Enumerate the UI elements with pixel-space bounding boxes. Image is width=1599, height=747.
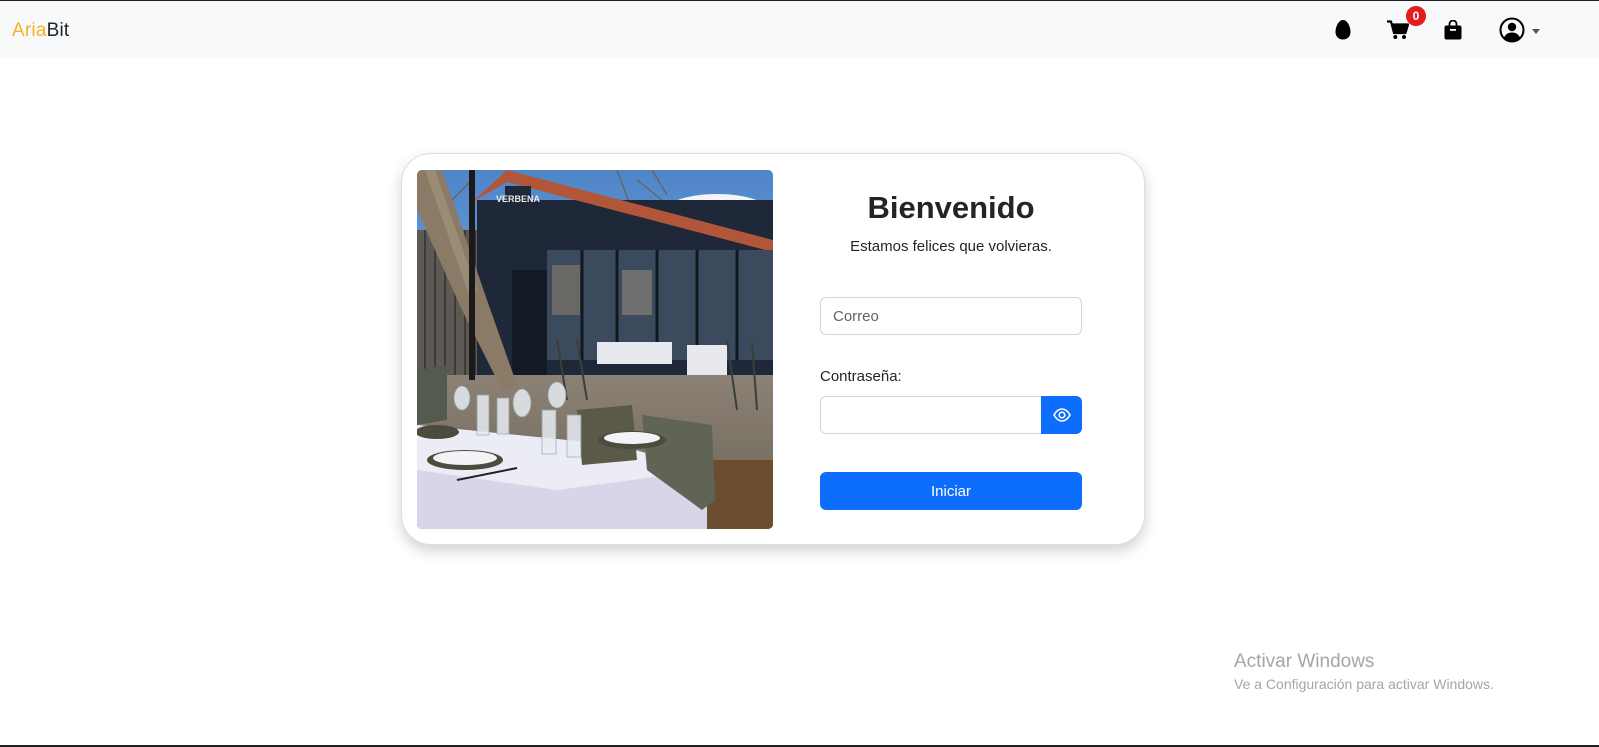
user-menu-toggle[interactable] bbox=[1499, 17, 1525, 43]
user-circle-icon bbox=[1499, 17, 1525, 43]
brand-part-bit: Bit bbox=[46, 20, 70, 41]
password-label: Contraseña: bbox=[820, 368, 902, 385]
restaurant-photo: VERBENA bbox=[417, 170, 773, 529]
page-title: Bienvenido bbox=[867, 190, 1035, 225]
eye-icon bbox=[1052, 408, 1071, 422]
brand-logo[interactable]: AriaBit bbox=[12, 20, 69, 42]
egg-icon[interactable] bbox=[1330, 17, 1356, 43]
login-form: Bienvenido Estamos felices que volvieras… bbox=[820, 154, 1082, 544]
cart-count-badge: 0 bbox=[1406, 6, 1426, 26]
login-card: VERBENA Bienvenido Estamos felices que v… bbox=[401, 153, 1145, 545]
windows-activation-subtitle: Ve a Configuración para activar Windows. bbox=[1234, 676, 1494, 692]
bag-icon[interactable] bbox=[1440, 17, 1466, 43]
brand-part-aria: Aria bbox=[12, 20, 47, 41]
browser-viewport: AriaBit 0 VERBENA Bienvenido Estamos fel… bbox=[0, 0, 1599, 747]
photo-sign-text: VERBENA bbox=[496, 194, 541, 204]
navbar: AriaBit 0 bbox=[0, 1, 1599, 58]
toggle-password-visibility-button[interactable] bbox=[1041, 396, 1082, 434]
welcome-subtitle: Estamos felices que volvieras. bbox=[850, 238, 1052, 255]
windows-activation-title: Activar Windows bbox=[1234, 651, 1375, 672]
password-field[interactable] bbox=[820, 396, 1042, 434]
chevron-down-icon bbox=[1532, 29, 1540, 34]
login-submit-button[interactable]: Iniciar bbox=[820, 472, 1082, 510]
email-field[interactable] bbox=[820, 297, 1082, 335]
